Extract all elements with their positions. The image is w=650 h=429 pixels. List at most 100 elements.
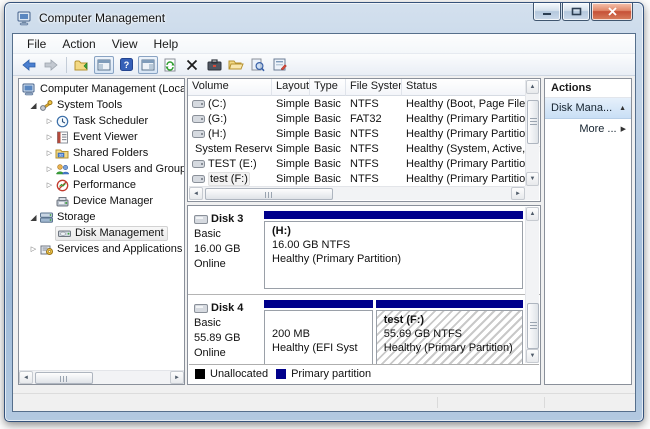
scrollbar-thumb[interactable] xyxy=(35,372,93,384)
delete-button[interactable] xyxy=(182,56,202,74)
tree-selection-highlight: Disk Management xyxy=(55,226,168,241)
disk3-info[interactable]: Disk 3 Basic 16.00 GB Online xyxy=(188,206,260,294)
expander-collapsed-icon[interactable]: ▷ xyxy=(44,117,55,125)
legend-label: Unallocated xyxy=(210,368,268,380)
disk-icon xyxy=(194,304,208,313)
actions-group-disk-management[interactable]: Disk Mana... ▲ xyxy=(545,98,631,119)
back-button[interactable] xyxy=(19,56,39,74)
close-button[interactable] xyxy=(591,3,633,21)
computer-icon xyxy=(22,83,37,96)
volume-row[interactable]: (G:) Simple Basic FAT32 Healthy (Primary… xyxy=(188,111,540,126)
minimize-button[interactable] xyxy=(533,3,561,21)
scrollbar-thumb[interactable] xyxy=(527,303,539,349)
partition-size: 200 MB xyxy=(272,327,372,341)
column-header-file-system[interactable]: File System xyxy=(346,79,402,96)
volume-file-system: NTFS xyxy=(346,128,402,140)
tree-horizontal-scrollbar[interactable]: ◄ ► xyxy=(19,370,184,384)
volume-layout: Simple xyxy=(272,143,310,155)
volume-type: Basic xyxy=(310,143,346,155)
forward-button[interactable] xyxy=(41,56,61,74)
volume-status: Healthy (System, Active, Pri xyxy=(402,143,540,155)
tree-item-computer-management[interactable]: Computer Management (Local xyxy=(19,81,184,97)
partition-efi[interactable]: 200 MB Healthy (EFI Syst xyxy=(264,300,373,365)
column-header-type[interactable]: Type xyxy=(310,79,346,96)
help-button[interactable]: ? xyxy=(116,56,136,74)
scrollbar-thumb[interactable] xyxy=(205,188,333,200)
tree-item-services-and-applications[interactable]: ▷ Services and Applications xyxy=(19,241,184,257)
volume-row-selected[interactable]: test (F:) Simple Basic NTFS Healthy (Pri… xyxy=(188,171,540,186)
tree-item-disk-management[interactable]: Disk Management xyxy=(19,225,184,241)
tree-item-storage[interactable]: ◢ Storage xyxy=(19,209,184,225)
client-area: File Action View Help ? xyxy=(12,33,636,412)
disk-pane-vertical-scrollbar[interactable]: ▲ ▼ xyxy=(525,207,539,363)
legend-label: Primary partition xyxy=(291,368,371,380)
maximize-button[interactable] xyxy=(562,3,590,21)
open-folder-button[interactable] xyxy=(226,56,246,74)
actions-header: Actions xyxy=(545,79,631,98)
expander-collapsed-icon[interactable]: ▷ xyxy=(44,133,55,141)
partition-test-f-selected[interactable]: test (F:) 55.69 GB NTFS Healthy (Primary… xyxy=(376,300,523,365)
scroll-left-icon[interactable]: ◄ xyxy=(19,371,33,384)
volume-list-header: Volume Layout Type File System Status xyxy=(188,79,540,96)
svg-text:?: ? xyxy=(123,60,129,70)
volume-row[interactable]: TEST (E:) Simple Basic NTFS Healthy (Pri… xyxy=(188,156,540,171)
scroll-up-icon[interactable]: ▲ xyxy=(526,80,539,94)
volume-row[interactable]: (C:) Simple Basic NTFS Healthy (Boot, Pa… xyxy=(188,96,540,111)
column-header-status[interactable]: Status xyxy=(402,79,526,96)
disk-size: 55.89 GB xyxy=(194,331,260,346)
volume-layout: Simple xyxy=(272,98,310,110)
actions-more-item[interactable]: More ... ▶ xyxy=(545,119,631,139)
expander-expanded-icon[interactable]: ◢ xyxy=(28,213,39,222)
console-tree-toggle-button[interactable] xyxy=(94,56,114,74)
volume-icon xyxy=(192,115,205,123)
expander-collapsed-icon[interactable]: ▷ xyxy=(44,149,55,157)
show-console-tree-button[interactable] xyxy=(72,56,92,74)
event-viewer-icon xyxy=(55,131,70,144)
disk4-info[interactable]: Disk 4 Basic 55.89 GB Online xyxy=(188,295,260,370)
menu-view[interactable]: View xyxy=(104,35,146,53)
titlebar[interactable]: Computer Management xyxy=(5,3,643,33)
delete-icon xyxy=(186,59,198,71)
expander-expanded-icon[interactable]: ◢ xyxy=(28,101,39,110)
action-pane-toggle-button[interactable] xyxy=(138,56,158,74)
column-header-volume[interactable]: Volume xyxy=(188,79,272,96)
scroll-up-icon[interactable]: ▲ xyxy=(526,207,539,221)
column-header-layout[interactable]: Layout xyxy=(272,79,310,96)
expander-collapsed-icon[interactable]: ▷ xyxy=(44,181,55,189)
collapse-icon[interactable]: ▲ xyxy=(619,105,626,112)
scroll-right-icon[interactable]: ► xyxy=(170,371,184,384)
tree-item-system-tools[interactable]: ◢ System Tools xyxy=(19,97,184,113)
tree-item-event-viewer[interactable]: ▷ Event Viewer xyxy=(19,129,184,145)
scroll-down-icon[interactable]: ▼ xyxy=(526,349,539,363)
expander-collapsed-icon[interactable]: ▷ xyxy=(44,165,55,173)
tree-item-local-users-and-groups[interactable]: ▷ Local Users and Groups xyxy=(19,161,184,177)
scroll-down-icon[interactable]: ▼ xyxy=(526,172,539,186)
partition-color-bar xyxy=(264,300,373,308)
volume-type: Basic xyxy=(310,98,346,110)
refresh-button[interactable] xyxy=(160,56,180,74)
volume-list-horizontal-scrollbar[interactable]: ◄ ► xyxy=(189,186,525,200)
volume-status: Healthy (Primary Partition) xyxy=(402,128,540,140)
scroll-right-icon[interactable]: ► xyxy=(511,187,525,200)
volume-row[interactable]: System Reserved Simple Basic NTFS Health… xyxy=(188,141,540,156)
menu-action[interactable]: Action xyxy=(54,35,103,53)
menu-file[interactable]: File xyxy=(19,35,54,53)
properties-button[interactable] xyxy=(204,56,224,74)
tree-item-task-scheduler[interactable]: ▷ Task Scheduler xyxy=(19,113,184,129)
desktop: Computer Management File Action View Hel… xyxy=(0,0,650,429)
menu-help[interactable]: Help xyxy=(146,35,187,53)
partition-h[interactable]: (H:) 16.00 GB NTFS Healthy (Primary Part… xyxy=(264,211,523,289)
expander-collapsed-icon[interactable]: ▷ xyxy=(28,245,39,253)
tree-item-shared-folders[interactable]: ▷ 32 Shared Folders xyxy=(19,145,184,161)
tree-item-performance[interactable]: ▷ Performance xyxy=(19,177,184,193)
tree-item-device-manager[interactable]: Device Manager xyxy=(19,193,184,209)
search-icon xyxy=(251,58,265,72)
volume-list-vertical-scrollbar[interactable]: ▲ ▼ xyxy=(525,80,539,186)
volume-row[interactable]: (H:) Simple Basic NTFS Healthy (Primary … xyxy=(188,126,540,141)
scrollbar-thumb[interactable] xyxy=(527,100,539,144)
volume-icon xyxy=(192,100,205,108)
volume-type: Basic xyxy=(310,158,346,170)
scroll-left-icon[interactable]: ◄ xyxy=(189,187,203,200)
console-settings-button[interactable] xyxy=(270,56,290,74)
search-button[interactable] xyxy=(248,56,268,74)
